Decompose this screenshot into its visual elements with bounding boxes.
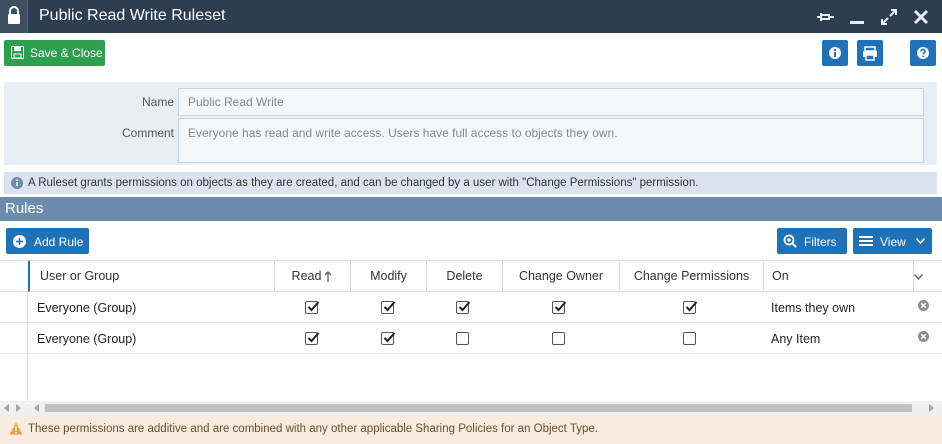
rules-grid: User or Group Read Modify Delete Change … <box>0 260 942 415</box>
info-text: A Ruleset grants permissions on objects … <box>28 177 699 189</box>
on-cell: Items they own <box>771 301 856 315</box>
column-header-user[interactable]: User or Group <box>28 261 275 292</box>
scroll-right-icon[interactable] <box>16 404 22 412</box>
user-cell: Everyone (Group) <box>37 301 137 315</box>
info-message: A Ruleset grants permissions on objects … <box>4 172 937 194</box>
rules-header: Rules <box>0 197 942 221</box>
info-circle-icon <box>11 177 23 189</box>
column-header-menu[interactable] <box>914 261 942 292</box>
pin-icon[interactable] <box>814 6 836 28</box>
save-close-button[interactable]: Save & Close <box>4 40 105 66</box>
remove-row-icon[interactable] <box>918 331 929 342</box>
name-label: Name <box>141 95 174 109</box>
view-label: View <box>880 235 906 249</box>
delete-checkbox[interactable] <box>456 301 471 314</box>
chevron-down-icon <box>916 238 925 244</box>
read-checkbox[interactable] <box>305 332 320 345</box>
filters-button[interactable]: Filters <box>777 228 847 254</box>
info-icon <box>829 47 841 59</box>
search-plus-icon <box>783 234 797 248</box>
delete-checkbox[interactable] <box>456 332 469 345</box>
table-row[interactable]: Everyone (Group) Any Item <box>0 323 942 354</box>
column-header-modify[interactable]: Modify <box>351 261 427 292</box>
horizontal-scrollbar[interactable] <box>0 401 942 415</box>
sort-ascending-icon <box>324 271 332 282</box>
view-button[interactable]: View <box>853 228 932 254</box>
column-header-change-owner[interactable]: Change Owner <box>503 261 620 292</box>
ruleset-form: Name Public Read Write Comment Everyone … <box>4 82 937 165</box>
window-title: Public Read Write Ruleset <box>39 7 226 24</box>
filters-label: Filters <box>804 235 837 249</box>
modify-checkbox[interactable] <box>381 332 396 345</box>
modify-checkbox[interactable] <box>381 301 396 314</box>
info-button[interactable] <box>822 40 848 66</box>
comment-label: Comment <box>121 126 174 140</box>
scroll-left-icon[interactable] <box>34 404 40 412</box>
warning-icon <box>9 422 23 435</box>
table-row[interactable]: Everyone (Group) Items they own <box>0 292 942 323</box>
read-checkbox[interactable] <box>305 301 320 314</box>
print-button[interactable] <box>857 40 883 66</box>
chevron-down-icon <box>914 274 923 280</box>
close-icon[interactable] <box>910 6 932 28</box>
lock-icon <box>0 0 28 33</box>
warning-text: These permissions are additive and are c… <box>28 423 598 435</box>
rules-title: Rules <box>5 200 44 217</box>
add-rule-label: Add Rule <box>34 235 84 249</box>
window-titlebar: Public Read Write Ruleset <box>0 0 942 33</box>
list-icon <box>859 236 873 246</box>
change-owner-checkbox[interactable] <box>552 301 567 314</box>
on-cell: Any Item <box>771 332 821 346</box>
warning-message: These permissions are additive and are c… <box>0 415 942 444</box>
remove-row-icon[interactable] <box>918 300 929 311</box>
maximize-icon[interactable] <box>878 6 900 28</box>
row-selector-header <box>0 261 28 292</box>
print-icon <box>863 46 877 61</box>
scrollbar-thumb[interactable] <box>45 404 912 412</box>
help-icon <box>917 47 929 59</box>
scroll-left-icon[interactable] <box>4 404 10 412</box>
name-field[interactable]: Public Read Write <box>178 88 924 116</box>
change-owner-checkbox[interactable] <box>552 332 565 345</box>
column-header-delete[interactable]: Delete <box>427 261 503 292</box>
change-permissions-checkbox[interactable] <box>683 332 696 345</box>
change-permissions-checkbox[interactable] <box>683 301 698 314</box>
plus-circle-icon <box>13 235 26 248</box>
help-button[interactable] <box>910 40 936 66</box>
user-cell: Everyone (Group) <box>37 332 137 346</box>
column-header-change-permissions[interactable]: Change Permissions <box>620 261 764 292</box>
minimize-icon[interactable] <box>846 6 868 28</box>
add-rule-button[interactable]: Add Rule <box>6 228 89 254</box>
column-header-on[interactable]: On <box>764 261 914 292</box>
scroll-right-icon[interactable] <box>929 404 935 412</box>
column-header-read[interactable]: Read <box>275 261 351 292</box>
save-icon <box>11 46 24 59</box>
comment-field[interactable]: Everyone has read and write access. User… <box>178 118 924 163</box>
save-close-label: Save & Close <box>30 46 103 60</box>
